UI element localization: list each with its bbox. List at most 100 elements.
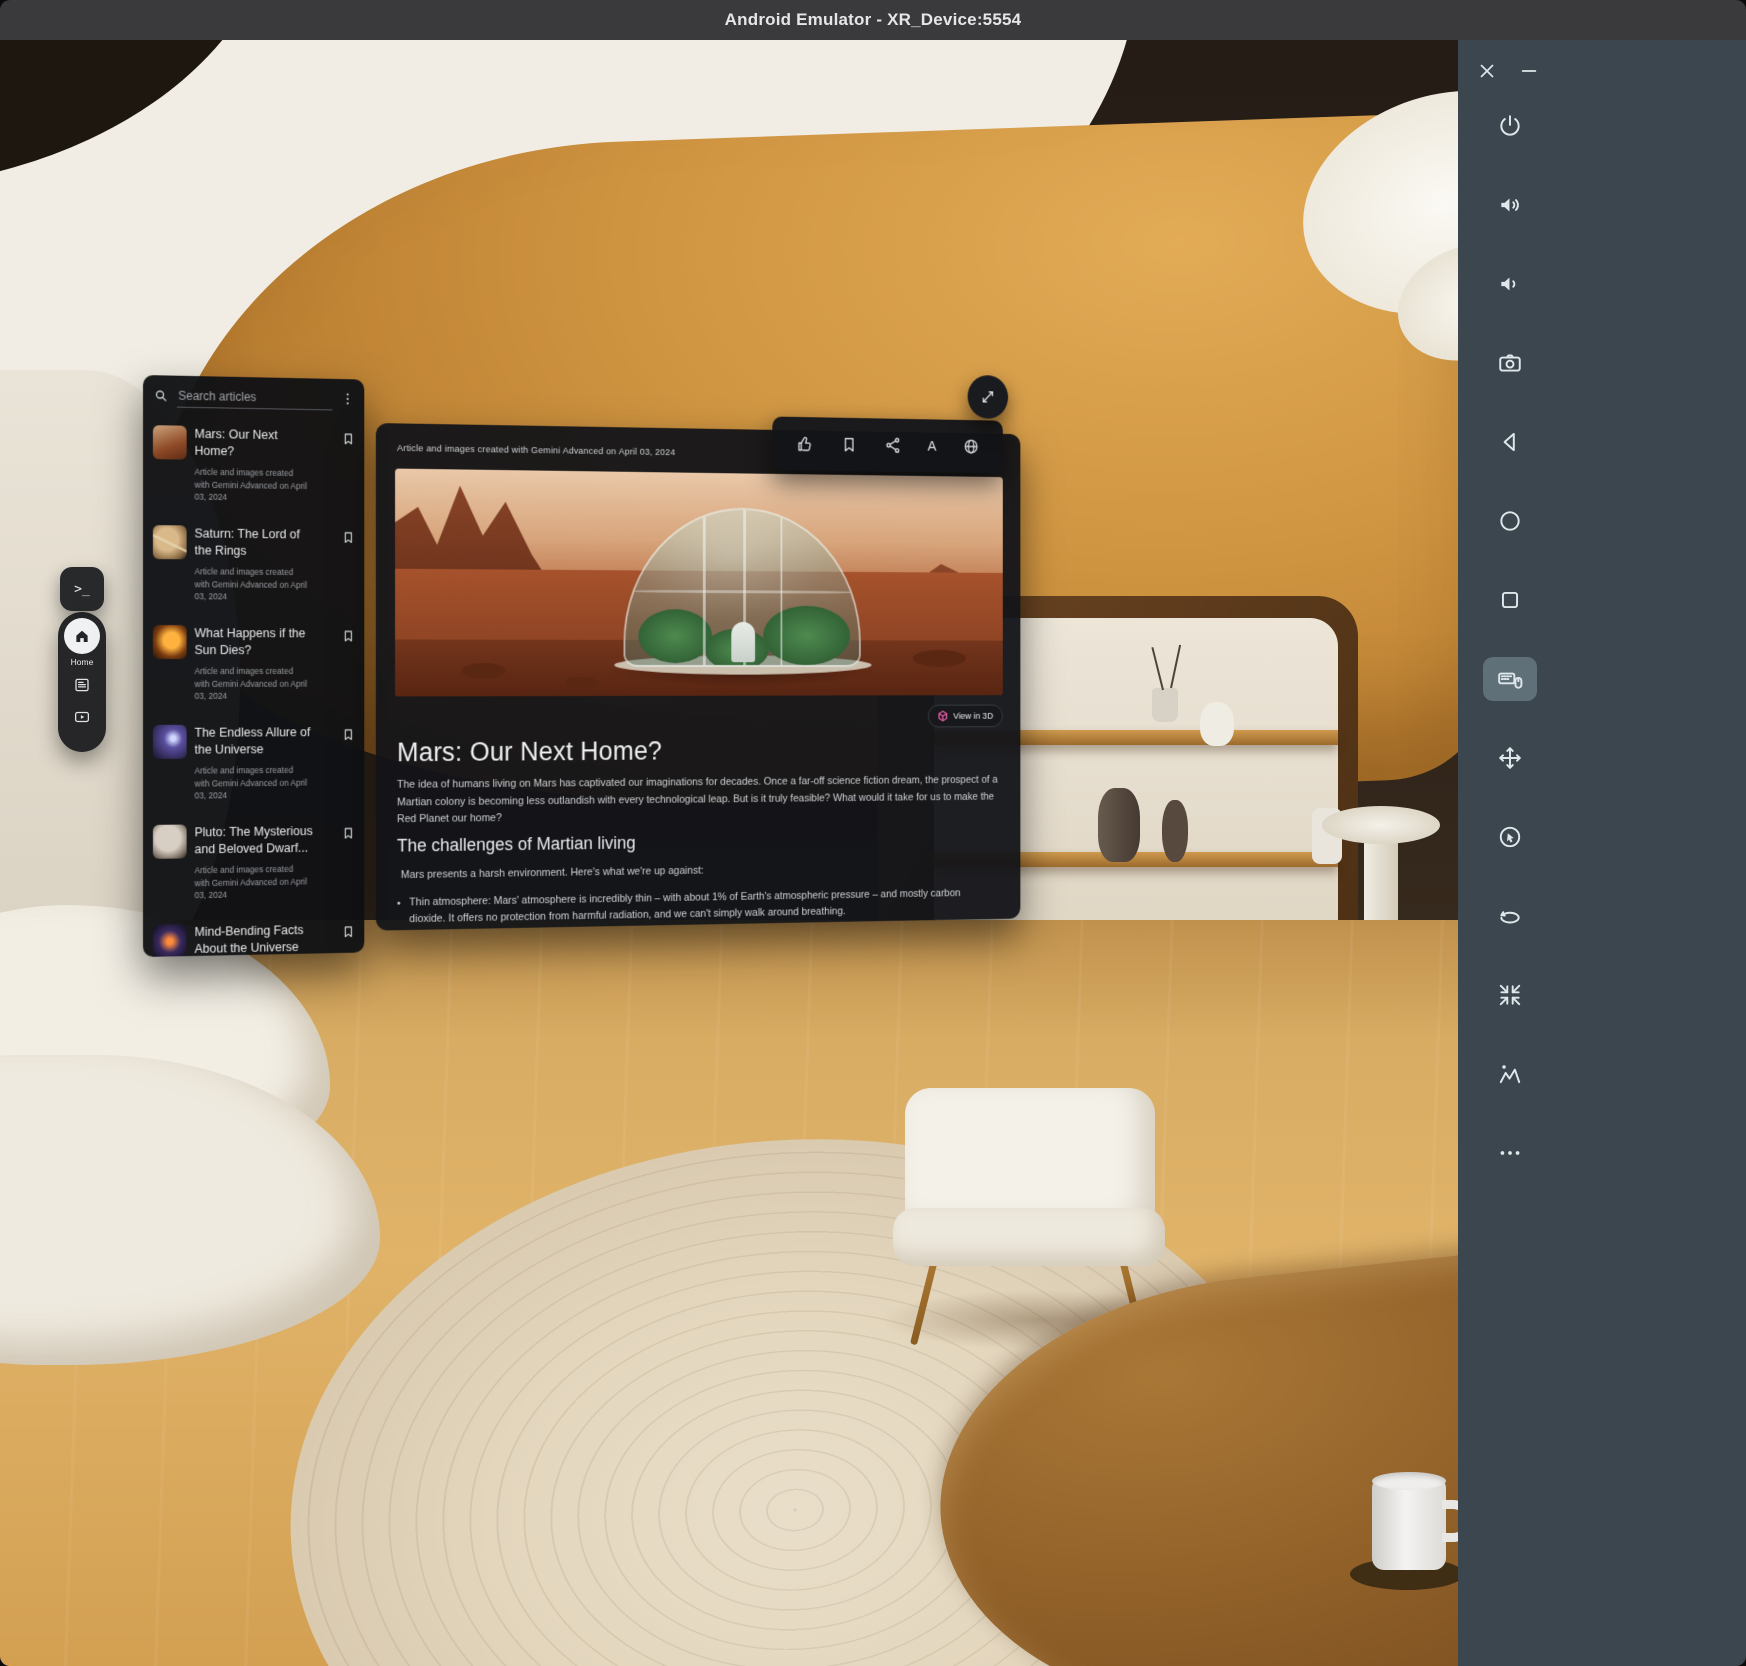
article-subtitle: Article and images created with Gemini A… bbox=[195, 665, 311, 703]
orbit-button[interactable] bbox=[1483, 898, 1537, 934]
article-heading: Mars: Our Next Home? bbox=[397, 736, 662, 768]
mars-hero-image bbox=[395, 469, 1003, 697]
chair-seat bbox=[893, 1208, 1165, 1266]
power-button[interactable] bbox=[1483, 108, 1537, 144]
dome-door bbox=[731, 622, 755, 662]
article-list-item[interactable]: Saturn: The Lord of the Rings Article an… bbox=[143, 515, 364, 616]
window-title: Android Emulator - XR_Device:5554 bbox=[725, 10, 1022, 30]
terminal-button[interactable]: >_ bbox=[60, 567, 104, 611]
saturn-thumbnail bbox=[153, 525, 187, 559]
shelf-plant-pot bbox=[1152, 688, 1178, 722]
article-list-panel: Mars: Our Next Home? Article and images … bbox=[143, 375, 364, 957]
article-subtitle: Article and images created with Gemini A… bbox=[195, 862, 311, 902]
article-title: Mind-Bending Facts About the Universe bbox=[195, 922, 314, 957]
kebab-menu-icon[interactable] bbox=[340, 391, 355, 407]
camera-icon bbox=[1497, 350, 1523, 376]
dome-plants bbox=[638, 609, 712, 663]
article-intro: The idea of humans living on Mars has ca… bbox=[397, 772, 1001, 829]
article-title: Pluto: The Mysterious and Beloved Dwarf.… bbox=[195, 823, 314, 858]
mug-handle bbox=[1442, 1500, 1458, 1542]
back-icon bbox=[1497, 429, 1523, 455]
text-size-icon[interactable]: A bbox=[928, 438, 937, 454]
pointer-capture-icon bbox=[1497, 824, 1523, 850]
more-icon bbox=[1497, 1140, 1523, 1166]
section-lead: Mars presents a harsh environment. Here'… bbox=[401, 865, 704, 881]
article-subtitle: Article and images created with Gemini A… bbox=[195, 764, 311, 803]
camera-button[interactable] bbox=[1483, 345, 1537, 381]
mug-rim bbox=[1372, 1472, 1446, 1490]
mind-bending-thumbnail bbox=[153, 924, 187, 957]
window-resize-button[interactable] bbox=[968, 375, 1008, 419]
bullet-dot: • bbox=[397, 896, 401, 929]
keyboard-input-icon bbox=[1497, 666, 1523, 692]
mars-thumbnail bbox=[153, 425, 187, 459]
article-list-item[interactable]: Mars: Our Next Home? Article and images … bbox=[143, 415, 364, 517]
bookmark-icon[interactable] bbox=[341, 431, 355, 446]
article-reader-panel: Article and images created with Gemini A… bbox=[376, 423, 1021, 931]
home-nav-button[interactable] bbox=[1483, 503, 1537, 539]
article-subtitle: Article and images created with Gemini A… bbox=[195, 565, 311, 604]
feed-icon bbox=[73, 676, 91, 694]
reader-app-window: Mars: Our Next Home? Article and images … bbox=[143, 375, 1020, 957]
hero-rock bbox=[566, 677, 598, 689]
close-icon[interactable] bbox=[1476, 60, 1498, 82]
article-list-item[interactable]: Pluto: The Mysterious and Beloved Dwarf.… bbox=[143, 813, 364, 915]
pointer-capture-button[interactable] bbox=[1483, 819, 1537, 855]
bookmark-icon[interactable] bbox=[341, 826, 355, 841]
view-in-3d-button[interactable]: View in 3D bbox=[928, 705, 1003, 728]
dome-plants bbox=[763, 606, 850, 665]
bullet-text: Thin atmosphere: Mars' atmosphere is inc… bbox=[409, 885, 996, 928]
search-input[interactable] bbox=[176, 384, 332, 410]
video-icon bbox=[73, 708, 91, 726]
article-credit: Article and images created with Gemini A… bbox=[397, 443, 675, 458]
zoom-fit-button[interactable] bbox=[1483, 977, 1537, 1013]
volume-up-button[interactable] bbox=[1483, 187, 1537, 223]
pan-icon bbox=[1497, 745, 1523, 771]
power-icon bbox=[1497, 113, 1523, 139]
thumbs-up-icon[interactable] bbox=[796, 434, 814, 453]
bookmark-icon[interactable] bbox=[341, 530, 355, 545]
shelf-vase-white bbox=[1200, 702, 1234, 746]
more-options-button[interactable] bbox=[1483, 1135, 1537, 1171]
dock-video-button[interactable] bbox=[73, 708, 91, 731]
zoom-fit-icon bbox=[1497, 982, 1523, 1008]
hero-rock bbox=[462, 663, 506, 679]
orbit-icon bbox=[1497, 903, 1523, 929]
bullet-item: • Thin atmosphere: Mars' atmosphere is i… bbox=[397, 885, 996, 928]
habitat-dome bbox=[624, 507, 861, 667]
shelf-vase-slim bbox=[1162, 800, 1188, 862]
hero-rock bbox=[913, 650, 966, 667]
view-in-3d-label: View in 3D bbox=[953, 711, 993, 722]
article-list-item[interactable]: What Happens if the Sun Dies? Article an… bbox=[143, 615, 364, 715]
pan-button[interactable] bbox=[1483, 740, 1537, 776]
pedestal-table-top bbox=[1322, 806, 1440, 844]
bookmark-icon[interactable] bbox=[341, 924, 355, 939]
article-title: The Endless Allure of the Universe bbox=[195, 724, 314, 758]
reader-toolbar: A bbox=[772, 417, 1002, 474]
article-title: Saturn: The Lord of the Rings bbox=[195, 526, 314, 561]
emulator-window: Android Emulator - XR_Device:5554 bbox=[0, 0, 1746, 1666]
back-button[interactable] bbox=[1483, 424, 1537, 460]
share-icon[interactable] bbox=[884, 436, 902, 455]
article-list-item[interactable]: Mind-Bending Facts About the Universe bbox=[143, 911, 364, 957]
dock-home-button[interactable] bbox=[64, 618, 100, 654]
universe-thumbnail bbox=[153, 725, 187, 759]
volume-up-icon bbox=[1497, 192, 1523, 218]
globe-icon[interactable] bbox=[962, 437, 980, 456]
article-subtitle: Article and images created with Gemini A… bbox=[195, 465, 311, 504]
overview-button[interactable] bbox=[1483, 582, 1537, 618]
article-list-item[interactable]: The Endless Allure of the Universe Artic… bbox=[143, 714, 364, 815]
mug bbox=[1372, 1478, 1446, 1570]
bookmark-icon[interactable] bbox=[840, 435, 858, 454]
bookmark-icon[interactable] bbox=[341, 727, 355, 742]
dome-rib bbox=[780, 510, 782, 665]
minimize-icon[interactable] bbox=[1518, 60, 1540, 82]
dock-feed-button[interactable] bbox=[73, 676, 91, 699]
volume-down-button[interactable] bbox=[1483, 266, 1537, 302]
title-bar: Android Emulator - XR_Device:5554 bbox=[0, 0, 1746, 40]
motion-tracking-button[interactable] bbox=[1483, 1056, 1537, 1092]
motion-tracking-icon bbox=[1497, 1061, 1523, 1087]
keyboard-input-button[interactable] bbox=[1483, 657, 1537, 701]
bookmark-icon[interactable] bbox=[341, 629, 355, 644]
resize-icon bbox=[980, 388, 996, 405]
